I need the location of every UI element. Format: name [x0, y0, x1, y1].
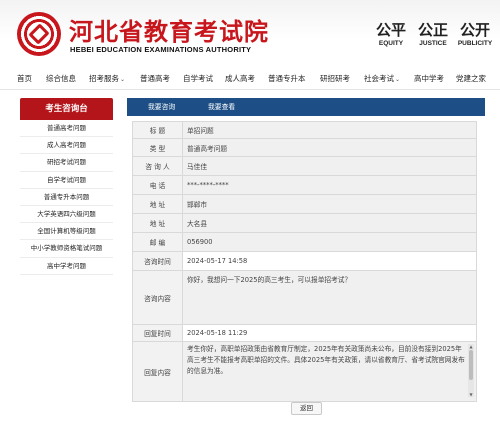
site-title: 河北省教育考试院 — [69, 17, 269, 46]
chevron-down-icon: ⌄ — [120, 76, 126, 83]
logo-mark — [28, 23, 50, 45]
field-label: 回复时间 — [132, 324, 183, 342]
sidebar-item[interactable]: 自学考试问题 — [20, 172, 113, 189]
main-nav: 首页 综合信息 招考服务⌄ 普通高考 自学考试 成人高考 普通专升本 研招研考 … — [0, 68, 500, 90]
field-value: 单招问题 — [182, 121, 477, 139]
nav-gaokao[interactable]: 普通高考 — [140, 68, 170, 90]
table-row: 标 题 单招问题 — [132, 121, 477, 139]
scrollbar-thumb[interactable] — [469, 350, 473, 380]
nav-postgraduate[interactable]: 研招研考 — [320, 68, 350, 90]
nav-exam-service[interactable]: 招考服务⌄ — [89, 68, 125, 90]
field-value: 2024-05-17 14:58 — [182, 251, 477, 271]
field-value: 056900 — [182, 232, 477, 252]
field-value: 普通高考问题 — [182, 138, 477, 157]
field-value: 马佳佳 — [182, 156, 477, 176]
table-row: 地 址 大名县 — [132, 213, 477, 233]
sidebar-item[interactable]: 中小学教师资格笔试问题 — [20, 240, 113, 258]
field-value: ***-****-**** — [182, 175, 477, 195]
nav-upgrade[interactable]: 普通专升本 — [268, 68, 306, 90]
sidebar: 考生咨询台 普通高考问题 成人高考问题 研招考试问题 自学考试问题 普通专升本问… — [20, 98, 113, 275]
nav-social-exam[interactable]: 社会考试⌄ — [364, 68, 400, 90]
site-logo[interactable] — [17, 12, 61, 56]
table-row: 类 型 普通高考问题 — [132, 138, 477, 157]
table-row: 邮 编 056900 — [132, 232, 477, 252]
consult-detail-table: 标 题 单招问题 类 型 普通高考问题 咨 询 人 马佳佳 电 话 ***-**… — [132, 121, 477, 402]
site-header: 河北省教育考试院 HEBEI EDUCATION EXAMINATIONS AU… — [0, 0, 500, 66]
chevron-down-icon: ⌄ — [395, 76, 401, 83]
scroll-down-icon[interactable]: ▼ — [468, 392, 474, 397]
scroll-up-icon[interactable]: ▲ — [468, 344, 474, 349]
question-text: 你好，我想问一下2025的高三考生，可以报单招考试？ — [182, 270, 477, 325]
table-row: 咨询时间 2024-05-17 14:58 — [132, 251, 477, 271]
sidebar-item[interactable]: 普通高考问题 — [20, 120, 113, 138]
tab-view[interactable]: 我要查看 — [208, 98, 235, 116]
sidebar-item[interactable]: 大学英语四六级问题 — [20, 206, 113, 224]
field-value: 邯郸市 — [182, 194, 477, 214]
nav-home[interactable]: 首页 — [17, 68, 32, 90]
table-row: 回复内容 考生你好，高职单招政策由省教育厅制定，2025年有关政策尚未公布，目前… — [132, 341, 477, 402]
back-button[interactable]: 返回 — [291, 402, 322, 415]
table-row: 地 址 邯郸市 — [132, 194, 477, 214]
nav-general-info[interactable]: 综合信息 — [46, 68, 76, 90]
table-row: 电 话 ***-****-**** — [132, 175, 477, 195]
field-label: 回复内容 — [132, 341, 183, 402]
sidebar-item[interactable]: 研招考试问题 — [20, 154, 113, 172]
field-value: 大名县 — [182, 213, 477, 233]
motto-justice: 公正 JUSTICE — [417, 21, 448, 48]
reply-scrollbar[interactable]: ▲ ▼ — [468, 344, 474, 397]
motto-equity: 公平 EQUITY — [375, 21, 406, 48]
nav-self-study[interactable]: 自学考试 — [183, 68, 213, 90]
field-label: 标 题 — [132, 121, 183, 139]
field-label: 地 址 — [132, 213, 183, 233]
table-row: 咨 询 人 马佳佳 — [132, 156, 477, 176]
field-label: 地 址 — [132, 194, 183, 214]
table-row: 咨询内容 你好，我想问一下2025的高三考生，可以报单招考试？ — [132, 270, 477, 325]
field-label: 咨询内容 — [132, 270, 183, 325]
sidebar-item[interactable]: 高中学考问题 — [20, 258, 113, 275]
field-label: 电 话 — [132, 175, 183, 195]
sidebar-item[interactable]: 普通专升本问题 — [20, 189, 113, 206]
field-label: 类 型 — [132, 138, 183, 157]
reply-cell: 考生你好，高职单招政策由省教育厅制定，2025年有关政策尚未公布，目前没有接到2… — [182, 341, 477, 402]
sidebar-item[interactable]: 成人高考问题 — [20, 137, 113, 155]
field-label: 邮 编 — [132, 232, 183, 252]
field-label: 咨询时间 — [132, 251, 183, 271]
nav-high-school[interactable]: 高中学考 — [414, 68, 444, 90]
field-label: 咨 询 人 — [132, 156, 183, 176]
motto-publicity: 公开 PUBLICITY — [457, 21, 493, 48]
reply-text: 考生你好，高职单招政策由省教育厅制定，2025年有关政策尚未公布，目前没有接到2… — [187, 345, 465, 375]
sidebar-item[interactable]: 全国计算机等级问题 — [20, 223, 113, 241]
table-row: 回复时间 2024-05-18 11:29 — [132, 324, 477, 342]
sidebar-heading: 考生咨询台 — [20, 98, 113, 120]
consult-tabs: 我要咨询 我要查看 — [127, 98, 485, 116]
tab-ask[interactable]: 我要咨询 — [148, 98, 175, 116]
nav-party[interactable]: 党建之家 — [456, 68, 486, 90]
site-title-en: HEBEI EDUCATION EXAMINATIONS AUTHORITY — [70, 45, 252, 54]
reply-textarea[interactable]: 考生你好，高职单招政策由省教育厅制定，2025年有关政策尚未公布，目前没有接到2… — [187, 344, 474, 397]
field-value: 2024-05-18 11:29 — [182, 324, 477, 342]
nav-adult-exam[interactable]: 成人高考 — [225, 68, 255, 90]
